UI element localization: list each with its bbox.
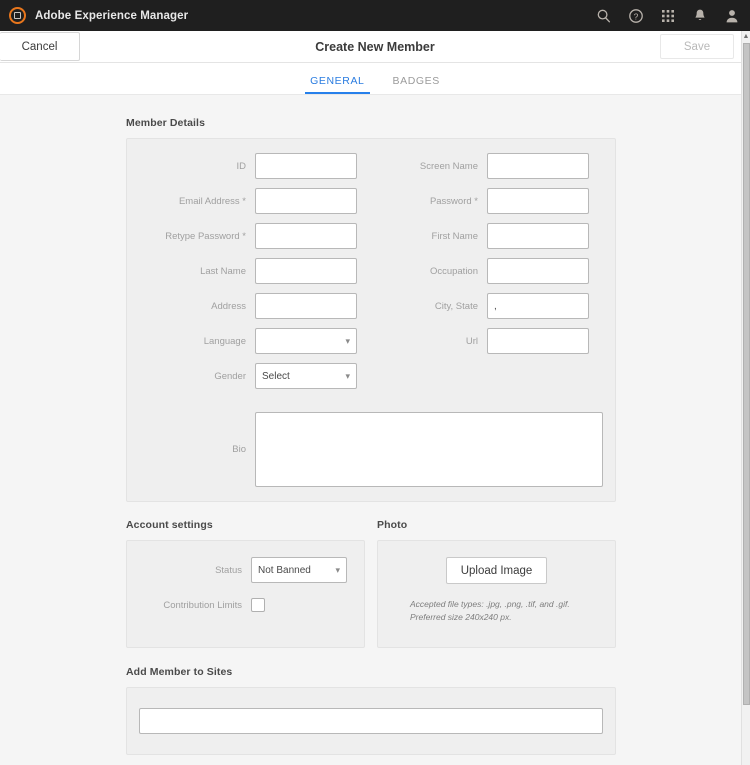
field-row-gender: Gender Select ▾ — [139, 363, 371, 389]
svg-text:?: ? — [634, 11, 639, 21]
field-row-address: Address — [139, 293, 371, 319]
input-id[interactable] — [255, 153, 357, 179]
label-first-name: First Name — [431, 230, 478, 242]
input-first-name[interactable] — [487, 223, 589, 249]
member-details-panel: ID Email Address * Retype Password * Las… — [126, 138, 616, 502]
field-row-occupation: Occupation — [371, 258, 603, 284]
field-row-bio: Bio — [139, 412, 603, 487]
page-title: Create New Member — [315, 39, 435, 54]
shell-icon-group: ? — [596, 8, 740, 24]
field-row-first-name: First Name — [371, 223, 603, 249]
upload-image-button[interactable]: Upload Image — [445, 557, 548, 584]
photo-heading: Photo — [377, 519, 408, 531]
input-retype-password[interactable] — [255, 223, 357, 249]
cancel-button[interactable]: Cancel — [0, 32, 80, 61]
photo-hint: Accepted file types: .jpg, .png, .tif, a… — [390, 598, 603, 624]
label-language: Language — [203, 335, 246, 347]
member-details-left-column: ID Email Address * Retype Password * Las… — [139, 153, 371, 398]
action-bar: Cancel Create New Member Save — [0, 31, 750, 63]
photo-panel: Upload Image Accepted file types: .jpg, … — [377, 540, 616, 648]
label-address: Address — [211, 300, 246, 312]
sites-block: Add Member to Sites — [126, 666, 616, 755]
photo-hint-line2: Preferred size 240x240 px. — [410, 611, 512, 622]
input-email-address[interactable] — [255, 188, 357, 214]
bell-icon[interactable] — [692, 8, 708, 24]
input-city-state[interactable]: , — [487, 293, 589, 319]
scrollbar-up-arrow-icon[interactable]: ▲ — [742, 31, 750, 41]
field-row-language: Language ▾ — [139, 328, 371, 354]
help-icon[interactable]: ? — [628, 8, 644, 24]
select-language[interactable]: ▾ — [255, 328, 357, 354]
label-city-state: City, State — [434, 300, 478, 312]
account-settings-heading: Account settings — [126, 519, 213, 531]
field-row-screen-name: Screen Name — [371, 153, 603, 179]
label-password: Password * — [429, 195, 478, 207]
scrollbar-thumb[interactable] — [743, 43, 750, 705]
checkbox-contribution-limits[interactable] — [251, 598, 265, 612]
field-row-retype-password: Retype Password * — [139, 223, 371, 249]
form-inner: Member Details ID Email Address * Retype… — [126, 117, 616, 765]
label-status: Status — [215, 564, 242, 576]
label-bio: Bio — [232, 444, 246, 455]
member-details-columns: ID Email Address * Retype Password * Las… — [139, 153, 603, 398]
label-email-address: Email Address * — [178, 195, 246, 207]
field-row-status: Status Not Banned ▾ — [139, 557, 352, 583]
app-shell-bar: Adobe Experience Manager ? — [0, 0, 750, 31]
input-add-to-sites[interactable] — [139, 708, 603, 734]
label-last-name: Last Name — [200, 265, 246, 277]
save-button[interactable]: Save — [660, 34, 734, 59]
form-content: Member Details ID Email Address * Retype… — [0, 95, 742, 765]
chevron-down-icon: ▾ — [345, 370, 350, 381]
photo-block: Photo Upload Image Accepted file types: … — [377, 519, 616, 648]
label-occupation: Occupation — [429, 265, 478, 277]
account-settings-panel: Status Not Banned ▾ Contribution Limits — [126, 540, 365, 648]
field-row-url: Url — [371, 328, 603, 354]
select-status[interactable]: Not Banned ▾ — [251, 557, 347, 583]
label-retype-password: Retype Password * — [165, 230, 246, 242]
input-password[interactable] — [487, 188, 589, 214]
textarea-bio[interactable] — [255, 412, 603, 487]
member-details-heading: Member Details — [126, 117, 206, 129]
field-row-id: ID — [139, 153, 371, 179]
field-row-last-name: Last Name — [139, 258, 371, 284]
tab-badges[interactable]: BADGES — [388, 75, 445, 94]
tab-general[interactable]: GENERAL — [305, 75, 370, 94]
field-row-contribution-limits: Contribution Limits — [139, 592, 352, 618]
account-settings-block: Account settings Status Not Banned ▾ Con… — [126, 519, 365, 648]
apps-grid-icon[interactable] — [660, 8, 676, 24]
label-gender: Gender — [214, 370, 246, 382]
settings-photo-row: Account settings Status Not Banned ▾ Con… — [126, 519, 616, 648]
input-last-name[interactable] — [255, 258, 357, 284]
field-row-city-state: City, State , — [371, 293, 603, 319]
field-row-email-address: Email Address * — [139, 188, 371, 214]
user-avatar-icon[interactable] — [724, 8, 740, 24]
tab-bar: GENERAL BADGES — [0, 63, 750, 95]
vertical-scrollbar[interactable]: ▲ — [741, 31, 750, 765]
select-gender-value: Select — [262, 370, 290, 382]
input-screen-name[interactable] — [487, 153, 589, 179]
chevron-down-icon: ▾ — [335, 564, 340, 575]
adobe-logo — [9, 7, 26, 24]
input-url[interactable] — [487, 328, 589, 354]
label-url: Url — [465, 335, 478, 347]
input-occupation[interactable] — [487, 258, 589, 284]
select-gender[interactable]: Select ▾ — [255, 363, 357, 389]
input-address[interactable] — [255, 293, 357, 319]
sites-heading: Add Member to Sites — [126, 666, 233, 678]
search-icon[interactable] — [596, 8, 612, 24]
select-status-value: Not Banned — [258, 564, 311, 576]
app-title: Adobe Experience Manager — [35, 9, 189, 22]
label-screen-name: Screen Name — [419, 160, 478, 172]
adobe-logo-inner — [14, 12, 21, 19]
label-id: ID — [236, 160, 247, 172]
sites-panel — [126, 687, 616, 755]
chevron-down-icon: ▾ — [345, 335, 350, 346]
member-details-right-column: Screen Name Password * First Name Occupa… — [371, 153, 603, 398]
photo-hint-line1: Accepted file types: .jpg, .png, .tif, a… — [410, 599, 570, 609]
label-contribution-limits: Contribution Limits — [163, 599, 242, 611]
field-row-password: Password * — [371, 188, 603, 214]
